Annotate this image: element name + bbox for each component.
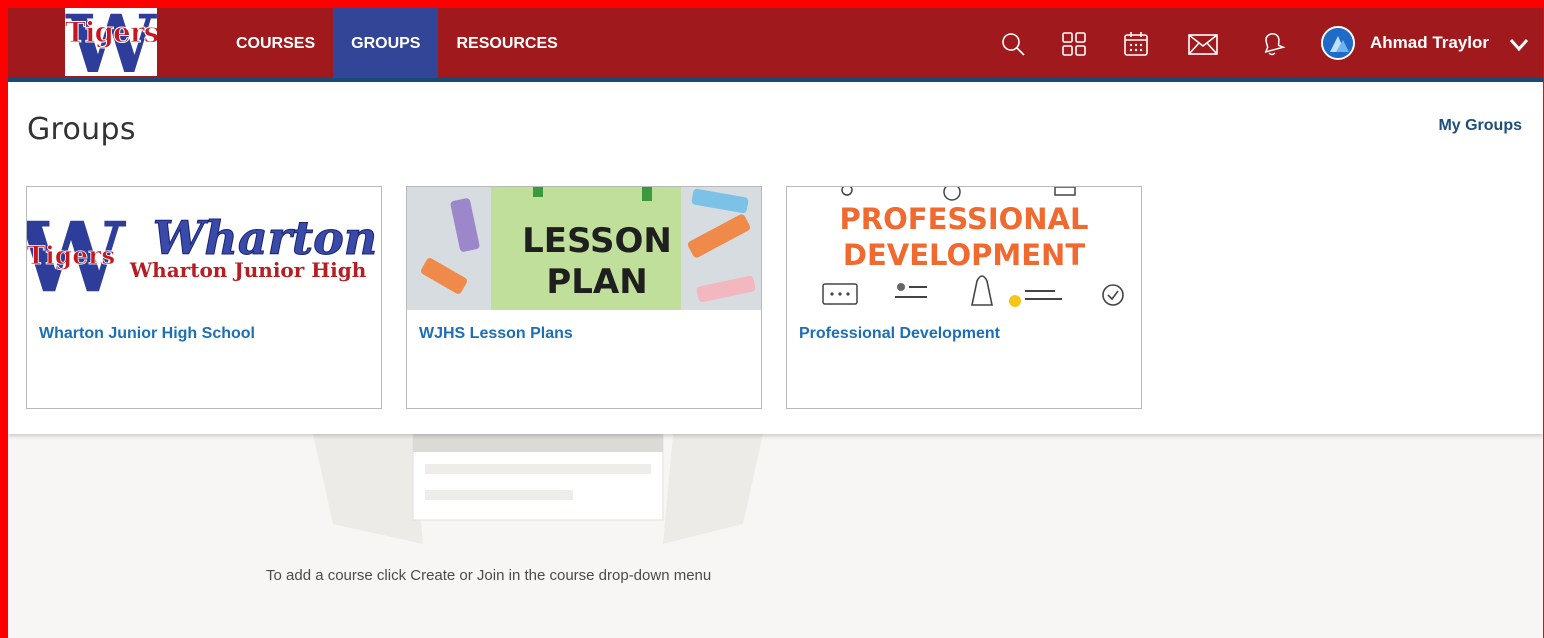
svg-text:LESSON: LESSON	[522, 221, 672, 261]
apps-grid-icon[interactable]	[1060, 30, 1088, 58]
group-thumbnail: PROFESSIONAL DEVELOPMENT	[787, 187, 1141, 310]
svg-text:PROFESSIONAL: PROFESSIONAL	[840, 202, 1089, 236]
main-nav: COURSES GROUPS RESOURCES	[218, 8, 576, 78]
group-card-title[interactable]: Wharton Junior High School	[39, 325, 255, 343]
group-thumbnail: W Tigers Wharton Wharton Junior High	[27, 187, 381, 310]
group-thumbnail: LESSON PLAN	[407, 187, 761, 310]
svg-text:PLAN: PLAN	[546, 262, 647, 302]
nav-groups[interactable]: GROUPS	[333, 8, 439, 78]
svg-text:DEVELOPMENT: DEVELOPMENT	[843, 238, 1085, 272]
calendar-icon[interactable]	[1122, 30, 1150, 58]
empty-courses-illustration	[313, 434, 763, 544]
bell-icon[interactable]	[1258, 30, 1286, 58]
svg-text:Tigers: Tigers	[27, 241, 115, 270]
svg-text:Wharton: Wharton	[153, 211, 378, 265]
group-card-wharton[interactable]: W Tigers Wharton Wharton Junior High Wha…	[26, 186, 382, 409]
mail-icon[interactable]	[1187, 30, 1219, 58]
svg-text:Wharton Junior High: Wharton Junior High	[129, 258, 367, 282]
app-frame: W Tigers COURSES GROUPS RESOURCES Ahmad …	[8, 8, 1543, 638]
group-card-professional-development[interactable]: PROFESSIONAL DEVELOPMENT Professional De…	[786, 186, 1142, 409]
nav-resources[interactable]: RESOURCES	[438, 8, 575, 78]
page-title: Groups	[27, 112, 136, 147]
search-icon[interactable]	[999, 30, 1027, 58]
empty-state-message: To add a course click Create or Join in …	[266, 567, 712, 584]
logo-text: Tigers	[65, 16, 157, 50]
nav-courses[interactable]: COURSES	[218, 8, 333, 78]
groups-panel: Groups My Groups W Tigers Wharton Wharto…	[8, 82, 1543, 434]
chevron-down-icon[interactable]	[1508, 36, 1530, 54]
group-card-lesson-plans[interactable]: LESSON PLAN WJHS Lesson Plans	[406, 186, 762, 409]
user-avatar[interactable]	[1321, 26, 1355, 60]
group-card-title[interactable]: WJHS Lesson Plans	[419, 325, 573, 343]
group-card-title[interactable]: Professional Development	[799, 325, 1000, 343]
user-name[interactable]: Ahmad Traylor	[1370, 33, 1489, 53]
top-navigation-bar: W Tigers COURSES GROUPS RESOURCES Ahmad …	[8, 8, 1543, 78]
my-groups-link[interactable]: My Groups	[1438, 117, 1522, 135]
avatar-image	[1323, 28, 1353, 58]
school-logo[interactable]: W Tigers	[65, 8, 157, 76]
